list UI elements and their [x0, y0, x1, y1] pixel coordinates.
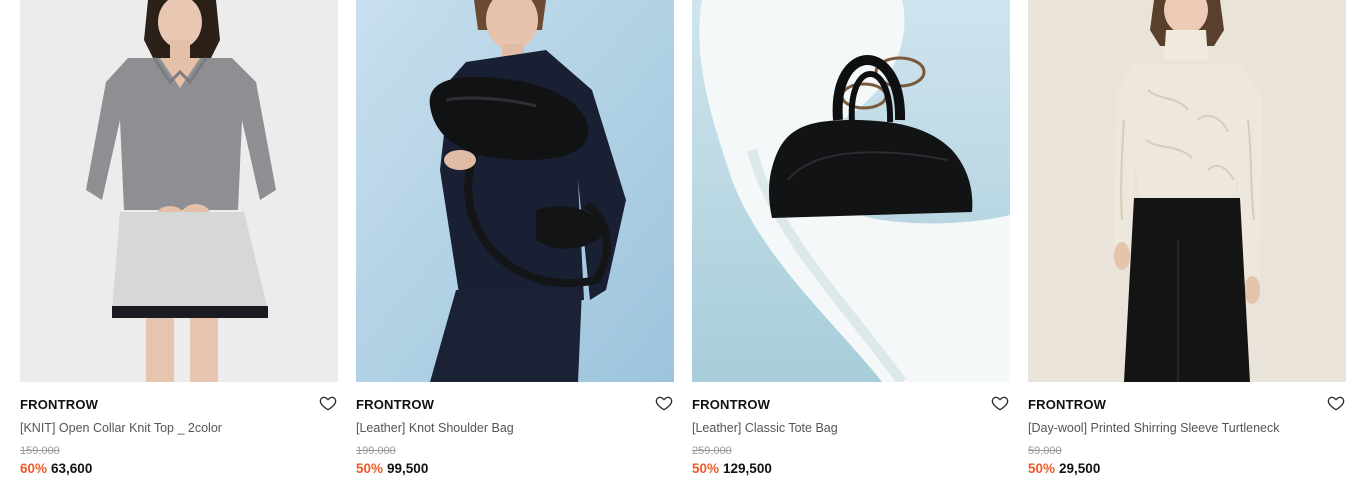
heart-outline-icon[interactable]	[991, 394, 1009, 412]
discount-rate: 50%	[692, 461, 720, 476]
discount-rate: 60%	[20, 461, 48, 476]
product-brand[interactable]: FRONTROW	[20, 397, 98, 412]
heart-outline-icon[interactable]	[1327, 394, 1345, 412]
product-card[interactable]: FRONTROW [Day-wool] Printed Shirring Sle…	[1028, 0, 1346, 489]
original-price: 159,000	[20, 445, 60, 457]
product-card[interactable]: FRONTROW [KNIT] Open Collar Knit Top _ 2…	[20, 0, 338, 489]
sale-price: 63,600	[51, 461, 93, 476]
product-name[interactable]: [KNIT] Open Collar Knit Top _ 2color	[20, 421, 222, 435]
product-name[interactable]: [Leather] Knot Shoulder Bag	[356, 421, 514, 435]
product-name[interactable]: [Leather] Classic Tote Bag	[692, 421, 838, 435]
original-price: 59,000	[1028, 445, 1062, 457]
price-line: 60% 63,600	[20, 461, 92, 476]
product-brand[interactable]: FRONTROW	[692, 397, 770, 412]
product-card[interactable]: FRONTROW [Leather] Knot Shoulder Bag 199…	[356, 0, 674, 489]
product-card[interactable]: FRONTROW [Leather] Classic Tote Bag 259,…	[692, 0, 1010, 489]
price-line: 50% 129,500	[692, 461, 772, 476]
original-price: 259,000	[692, 445, 732, 457]
product-image-black-shoulder-bag[interactable]	[356, 0, 674, 382]
product-grid: FRONTROW [KNIT] Open Collar Knit Top _ 2…	[0, 0, 1362, 489]
product-image-gray-knit-top[interactable]	[20, 0, 338, 382]
price-line: 50% 29,500	[1028, 461, 1100, 476]
product-image-black-tote-bag[interactable]	[692, 0, 1010, 382]
product-image-ivory-turtleneck[interactable]	[1028, 0, 1346, 382]
product-brand[interactable]: FRONTROW	[1028, 397, 1106, 412]
sale-price: 129,500	[723, 461, 772, 476]
discount-rate: 50%	[1028, 461, 1056, 476]
product-brand[interactable]: FRONTROW	[356, 397, 434, 412]
discount-rate: 50%	[356, 461, 384, 476]
original-price: 199,000	[356, 445, 396, 457]
sale-price: 99,500	[387, 461, 429, 476]
sale-price: 29,500	[1059, 461, 1101, 476]
heart-outline-icon[interactable]	[319, 394, 337, 412]
heart-outline-icon[interactable]	[655, 394, 673, 412]
price-line: 50% 99,500	[356, 461, 428, 476]
product-name[interactable]: [Day-wool] Printed Shirring Sleeve Turtl…	[1028, 421, 1280, 435]
